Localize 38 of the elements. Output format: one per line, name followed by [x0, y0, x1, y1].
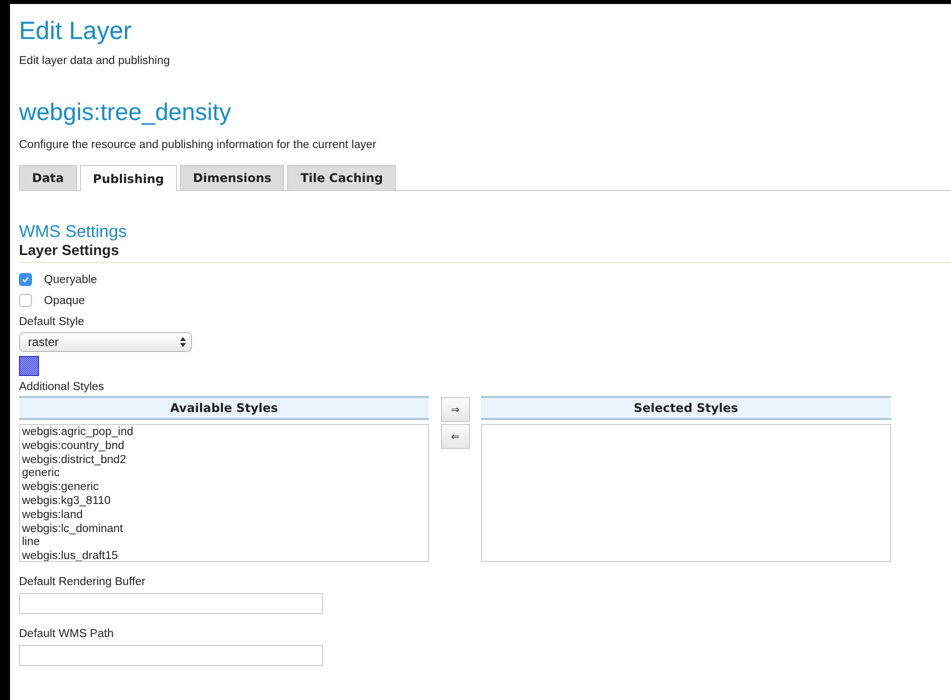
list-item[interactable]: webgis:land: [22, 508, 426, 523]
section-title: WMS Settings: [19, 222, 128, 242]
checkbox-label: Queryable: [44, 274, 98, 286]
layer-description: Configure the resource and publishing information for the current layer: [19, 138, 378, 152]
list-item[interactable]: webgis:generic: [22, 481, 426, 495]
page-subtitle: Edit layer data and publishing: [19, 54, 171, 68]
remove-button[interactable]: ⇐: [440, 424, 470, 449]
list-item[interactable]: webgis:kg3_8110: [22, 494, 426, 509]
checkmark-icon: [21, 275, 30, 284]
list-header: Selected Styles: [481, 396, 891, 420]
list-item[interactable]: webgis:district_bnd2: [22, 454, 426, 468]
tab[interactable]: Publishing: [80, 165, 177, 191]
tab[interactable]: Data: [19, 165, 77, 190]
section-subtitle: Layer Settings: [19, 242, 951, 263]
list-item[interactable]: webgis:agric_pop_ind: [22, 426, 426, 440]
checkbox-label: Opaque: [44, 294, 85, 306]
selected-styles-list[interactable]: [481, 424, 891, 562]
list-header: Available Styles: [19, 396, 429, 420]
input-field[interactable]: [19, 645, 323, 666]
checkbox[interactable]: [19, 294, 32, 307]
list-item[interactable]: generic: [22, 467, 426, 482]
field-label: Additional Styles: [19, 380, 106, 394]
tab[interactable]: Dimensions: [180, 165, 284, 190]
field-label: Default Style: [19, 315, 86, 329]
input-field[interactable]: [19, 593, 323, 614]
list-item[interactable]: webgis:lc_dominant: [22, 522, 426, 536]
list-item[interactable]: webgis:country_bnd: [22, 440, 426, 454]
layer-name: webgis:tree_density: [19, 98, 232, 128]
updown-arrows-icon: [180, 337, 186, 347]
field-label: Default Rendering Buffer: [19, 575, 146, 589]
style-legend-icon: [19, 356, 39, 376]
page-title: Edit Layer: [19, 16, 133, 46]
tab[interactable]: Tile Caching: [287, 165, 396, 190]
style-select[interactable]: raster: [19, 332, 192, 352]
list-item[interactable]: line: [22, 536, 426, 550]
checkbox[interactable]: [19, 273, 32, 286]
add-button[interactable]: ⇒: [440, 397, 470, 422]
field-label: Default WMS Path: [19, 627, 115, 641]
